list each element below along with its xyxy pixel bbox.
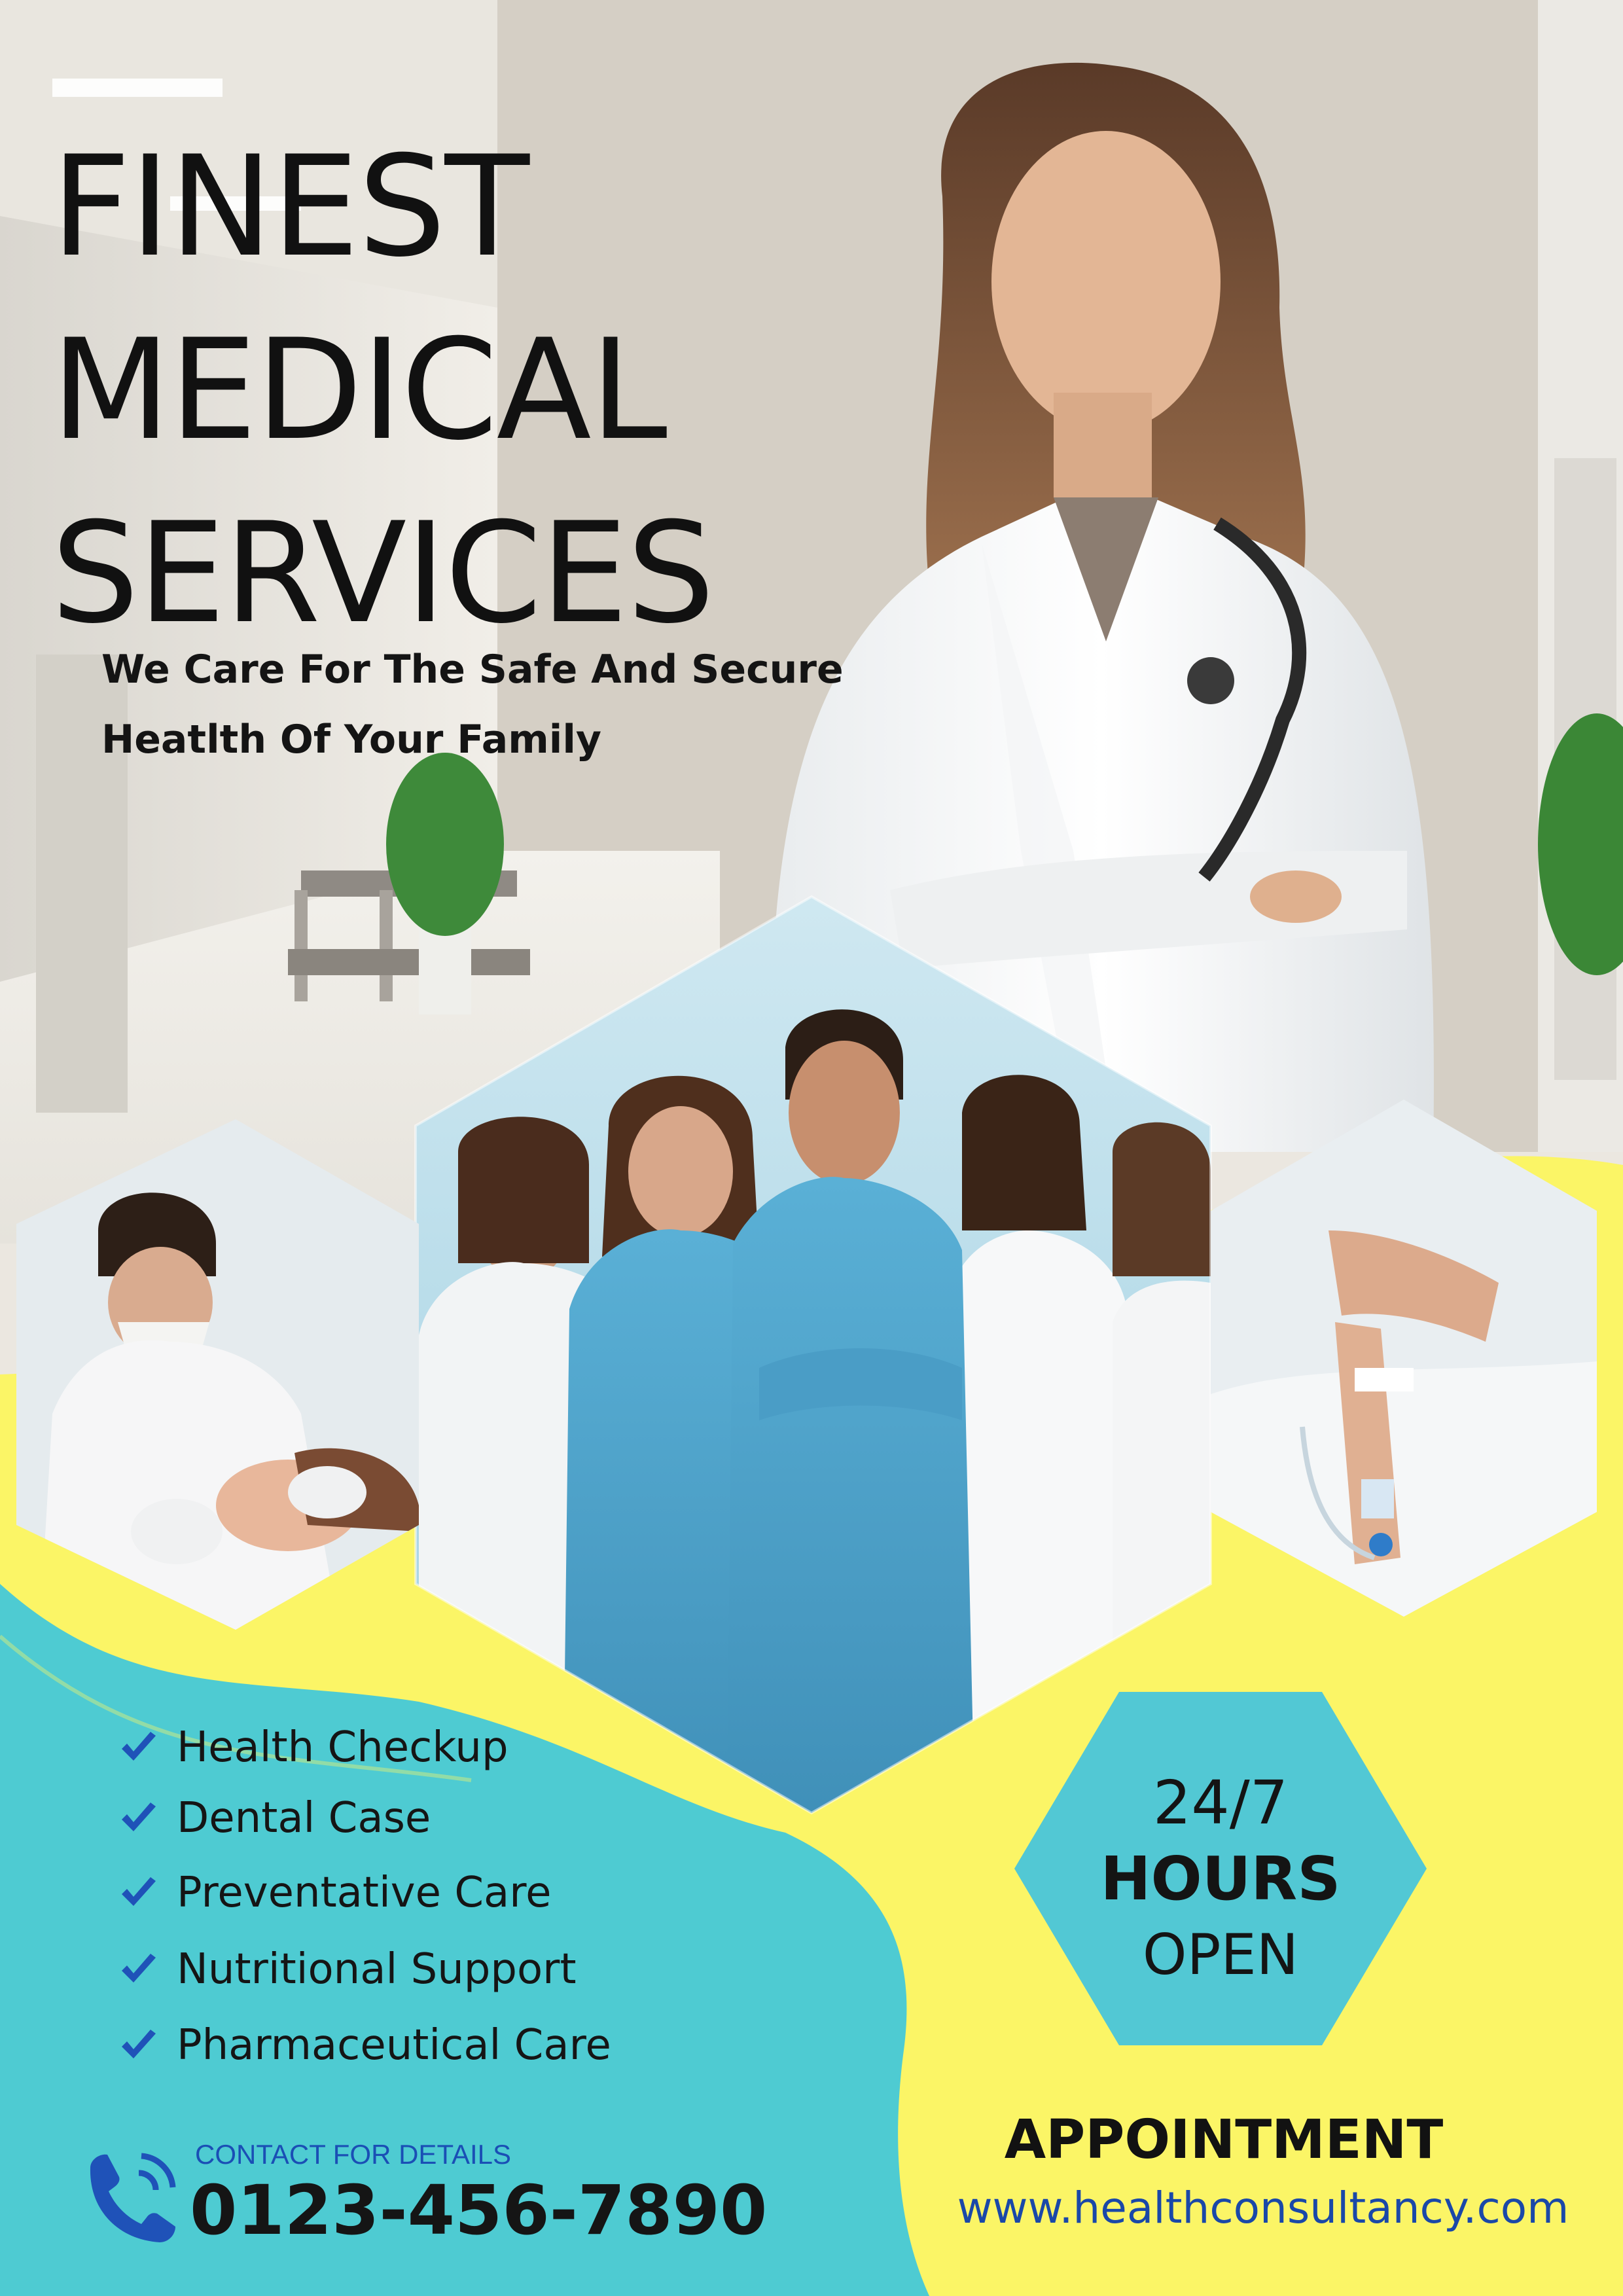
headline-line-3: SERVICES (51, 492, 715, 654)
hours-badge: 24/7 HOURS OPEN (1014, 1692, 1427, 2045)
check-icon (122, 2030, 156, 2058)
service-label: Nutritional Support (177, 1945, 577, 1994)
service-item: Health Checkup (118, 1718, 508, 1777)
phone-icon[interactable] (79, 2147, 177, 2245)
website-link[interactable]: www.healthconsultancy.com (929, 2183, 1597, 2233)
service-item: Dental Case (118, 1789, 431, 1848)
contact-label: CONTACT FOR DETAILS (195, 2139, 512, 2170)
phone-number[interactable]: 0123-456-7890 (190, 2170, 767, 2250)
check-icon (122, 1803, 156, 1831)
tagline-line-2: Heatlth Of Your Family (101, 717, 602, 762)
hours-line-3: OPEN (1142, 1922, 1299, 1988)
tagline-line-1: We Care For The Safe And Secure (101, 647, 844, 692)
check-icon (122, 1877, 156, 1906)
headline-line-2: MEDICAL (51, 309, 668, 471)
service-label: Health Checkup (177, 1723, 508, 1772)
appointment-label: APPOINTMENT (1004, 2109, 1444, 2171)
service-item: Preventative Care (118, 1863, 552, 1922)
hours-line-1: 24/7 (1152, 1768, 1289, 1838)
service-label: Dental Case (177, 1794, 431, 1842)
service-item: Pharmaceutical Care (118, 2016, 611, 2075)
service-label: Preventative Care (177, 1869, 552, 1917)
service-item: Nutritional Support (118, 1940, 577, 1999)
check-icon (122, 1954, 156, 1982)
service-label: Pharmaceutical Care (177, 2021, 611, 2070)
hours-line-2: HOURS (1100, 1844, 1341, 1914)
check-icon (122, 1732, 156, 1761)
headline-line-1: FINEST (51, 126, 529, 287)
